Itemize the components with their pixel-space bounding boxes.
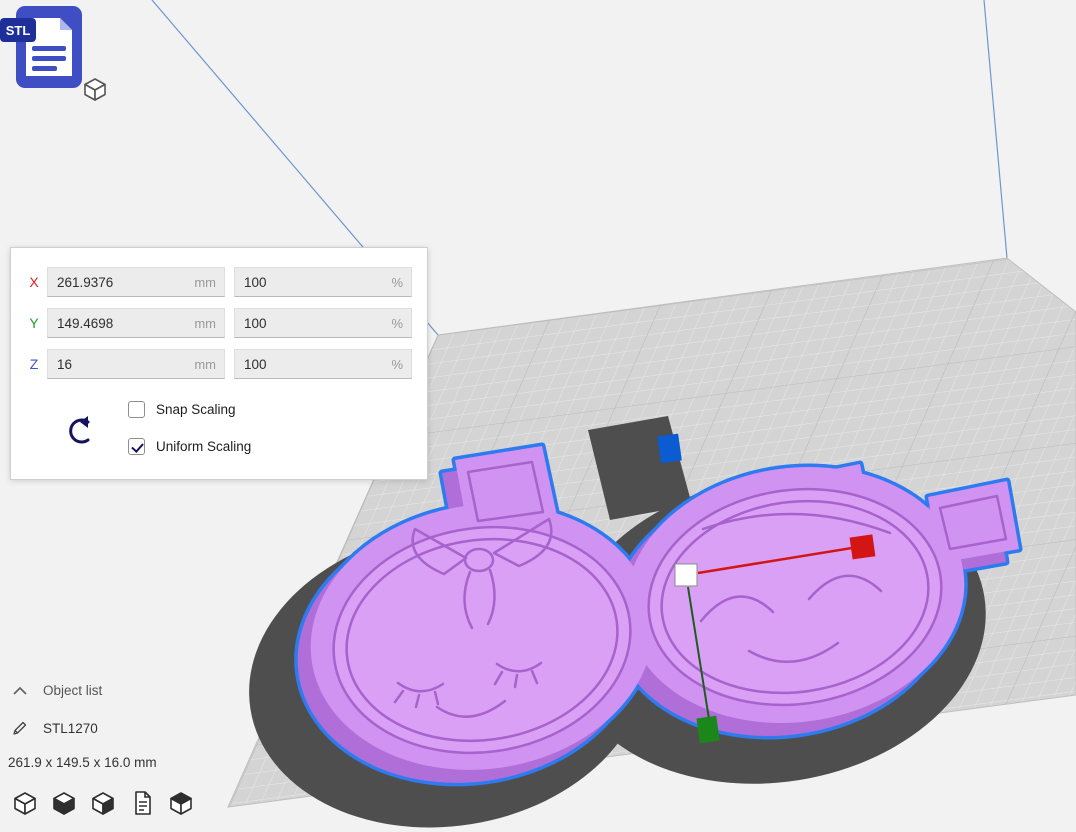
- scale-y-percent-field[interactable]: %: [234, 308, 412, 338]
- chevron-up-icon: [12, 686, 28, 696]
- uniform-scaling-row[interactable]: Uniform Scaling: [128, 438, 251, 455]
- scale-handle-z[interactable]: [657, 434, 682, 464]
- scale-handle-y[interactable]: [696, 716, 719, 744]
- snap-scaling-checkbox[interactable]: [128, 401, 145, 418]
- cube-half-icon: [90, 790, 116, 816]
- cube-outline-icon: [12, 790, 38, 816]
- application-window: { "window": { "background": "#f2f2f2" },…: [0, 0, 1076, 832]
- scale-z-percent-input[interactable]: [235, 357, 411, 372]
- scale-z-row: Z mm %: [11, 349, 427, 379]
- axis-y-label: Y: [25, 308, 43, 338]
- snap-scaling-row[interactable]: Snap Scaling: [128, 401, 236, 418]
- scale-x-mm-field[interactable]: mm: [47, 267, 225, 297]
- scale-y-value-input[interactable]: [48, 316, 224, 331]
- scale-x-row: X mm %: [11, 267, 427, 297]
- open-file-button[interactable]: STL: [0, 2, 110, 104]
- dimensions-text: 261.9 x 149.5 x 16.0 mm: [8, 755, 157, 770]
- cube-solid-tool-button[interactable]: [49, 789, 78, 819]
- scale-x-percent-field[interactable]: %: [234, 267, 412, 297]
- snap-scaling-label: Snap Scaling: [156, 402, 236, 417]
- cube-right-tool-button[interactable]: [88, 789, 117, 819]
- document-tool-button[interactable]: [127, 789, 156, 819]
- scale-handle-center[interactable]: [675, 564, 697, 586]
- object-list-toggle[interactable]: Object list: [12, 683, 102, 698]
- cube-solid-icon: [51, 790, 77, 816]
- cube-badge-icon: [85, 79, 105, 100]
- scale-y-row: Y mm %: [11, 308, 427, 338]
- scale-z-percent-field[interactable]: %: [234, 349, 412, 379]
- object-name-label: STL1270: [43, 721, 98, 736]
- scale-z-value-input[interactable]: [48, 357, 224, 372]
- bottom-toolbar: [10, 789, 195, 819]
- file-icon: [129, 790, 155, 816]
- pencil-icon: [12, 720, 28, 736]
- cube-top-tool-button[interactable]: [166, 789, 195, 819]
- reset-scale-button[interactable]: [59, 411, 101, 453]
- stl-badge-label: STL: [6, 23, 31, 38]
- object-name-row[interactable]: STL1270: [12, 720, 98, 736]
- uniform-scaling-checkbox[interactable]: [128, 438, 145, 455]
- axis-z-label: Z: [25, 349, 43, 379]
- model-dimensions-label: 261.9 x 149.5 x 16.0 mm: [8, 755, 157, 770]
- scale-z-mm-field[interactable]: mm: [47, 349, 225, 379]
- stl-file-icon: STL: [0, 2, 110, 104]
- cube-outline-tool-button[interactable]: [10, 789, 39, 819]
- scale-handle-x[interactable]: [850, 534, 876, 559]
- rotate-ccw-icon: [62, 413, 98, 449]
- scale-x-value-input[interactable]: [48, 275, 224, 290]
- cube-open-icon: [168, 790, 194, 816]
- axis-x-label: X: [25, 267, 43, 297]
- scale-tool-panel: X mm % Y mm % Z mm %: [10, 247, 428, 480]
- scale-x-percent-input[interactable]: [235, 275, 411, 290]
- scale-y-mm-field[interactable]: mm: [47, 308, 225, 338]
- object-list-label: Object list: [43, 683, 102, 698]
- scale-y-percent-input[interactable]: [235, 316, 411, 331]
- uniform-scaling-label: Uniform Scaling: [156, 439, 251, 454]
